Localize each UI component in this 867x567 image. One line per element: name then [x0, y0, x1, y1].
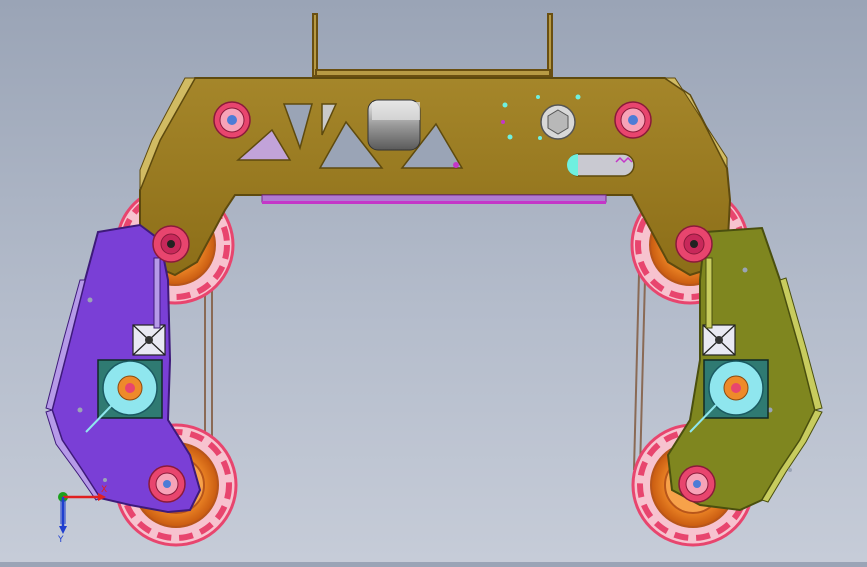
- right-arm-pivot-lower[interactable]: [678, 465, 716, 503]
- cad-viewport[interactable]: X Y: [0, 0, 867, 562]
- left-bracket-block: [132, 324, 166, 356]
- right-bracket-block: [702, 324, 736, 356]
- y-axis-label: Y: [57, 535, 64, 545]
- magenta-strip: [261, 194, 607, 204]
- frame-pivot-left[interactable]: [213, 101, 251, 139]
- left-rod: [153, 257, 161, 329]
- left-arm-pivot-upper[interactable]: [152, 225, 190, 263]
- hex-bolt: [540, 104, 576, 140]
- adjust-slot: [567, 153, 635, 177]
- axis-triad[interactable]: X Y: [57, 485, 107, 545]
- x-axis-label: X: [101, 485, 107, 495]
- right-arm-pivot-upper[interactable]: [675, 225, 713, 263]
- top-bracket[interactable]: [312, 13, 553, 77]
- left-arm-pivot-lower[interactable]: [148, 465, 186, 503]
- frame-pivot-right[interactable]: [614, 101, 652, 139]
- motor-cylinder: [367, 99, 421, 151]
- right-rod: [705, 257, 713, 329]
